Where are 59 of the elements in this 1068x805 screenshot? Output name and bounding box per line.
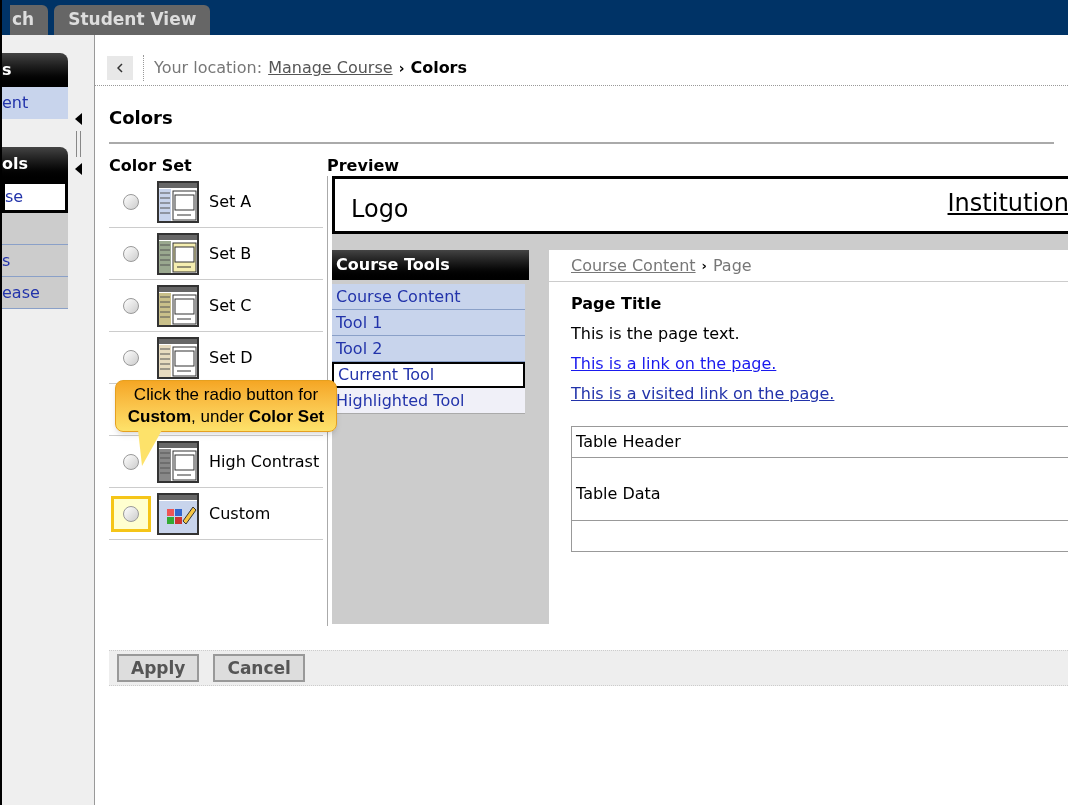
sidebar-item[interactable]: s bbox=[2, 245, 68, 277]
sidebar-panel-title: ols bbox=[2, 147, 68, 181]
page-layout-icon bbox=[157, 440, 199, 483]
menu-item[interactable]: Course Content bbox=[332, 284, 525, 310]
radio-button[interactable] bbox=[123, 505, 139, 522]
radio-button[interactable] bbox=[123, 453, 139, 470]
resize-handle[interactable] bbox=[75, 131, 81, 157]
radio-button[interactable] bbox=[123, 349, 139, 366]
sidebar-item[interactable] bbox=[2, 213, 68, 245]
sidebar-item[interactable]: ent bbox=[2, 87, 68, 119]
page-layout-icon bbox=[157, 232, 199, 275]
table-cell: Table Data bbox=[572, 458, 1068, 521]
page-layout-icon bbox=[157, 284, 199, 327]
breadcrumb-link[interactable]: Manage Course bbox=[268, 56, 393, 80]
collapse-icon[interactable] bbox=[74, 113, 82, 125]
option-label: Set C bbox=[209, 294, 252, 317]
palette-pencil-icon bbox=[157, 492, 199, 535]
nav-tab[interactable]: Student View bbox=[54, 5, 211, 35]
option-label: High Contrast bbox=[209, 450, 320, 473]
nav-tab[interactable]: ch bbox=[10, 5, 49, 35]
location-label: Your location: bbox=[154, 57, 263, 79]
collapse-icon[interactable] bbox=[74, 163, 82, 175]
menu-item[interactable]: Tool 2 bbox=[332, 336, 525, 362]
breadcrumb-link[interactable]: Course Content bbox=[571, 253, 696, 278]
tooltip-pointer bbox=[138, 430, 162, 466]
option-label: Set B bbox=[209, 242, 252, 265]
breadcrumb-separator: › bbox=[701, 256, 707, 275]
menu-item[interactable]: Current Tool bbox=[332, 362, 525, 388]
sidebar-panel-title: s bbox=[2, 53, 68, 87]
option-label: Set A bbox=[209, 190, 252, 213]
menu-title: Course Tools bbox=[332, 250, 529, 280]
menu-item[interactable]: Tool 1 bbox=[332, 310, 525, 336]
sidebar-item[interactable]: ease bbox=[2, 277, 68, 309]
radio-button[interactable] bbox=[123, 193, 139, 210]
logo-text: Logo bbox=[351, 194, 409, 225]
institution-link[interactable]: Institution bbox=[947, 185, 1068, 221]
page-link[interactable]: This is a visited link on the page. bbox=[571, 382, 1068, 406]
back-button[interactable] bbox=[107, 56, 133, 80]
section-heading: Preview bbox=[327, 155, 400, 176]
breadcrumb-current: Page bbox=[712, 254, 752, 277]
form-button[interactable]: Apply bbox=[117, 654, 200, 682]
option-label: Set D bbox=[209, 346, 253, 369]
breadcrumb-separator: › bbox=[398, 58, 405, 78]
table-header: Table Header bbox=[572, 427, 1068, 458]
radio-button[interactable] bbox=[123, 245, 139, 262]
page-layout-icon bbox=[157, 180, 199, 223]
page-title: Colors bbox=[109, 106, 174, 130]
radio-button[interactable] bbox=[123, 297, 139, 314]
section-heading: Color Set bbox=[109, 155, 193, 176]
tooltip-text: Click the radio button for Custom, under Color Set bbox=[126, 384, 326, 428]
preview-page-title: Page Title bbox=[571, 293, 663, 315]
sidebar-item[interactable]: se bbox=[2, 181, 68, 213]
page-link[interactable]: This is a link on the page. bbox=[571, 352, 1068, 376]
option-label: Custom bbox=[209, 502, 271, 525]
chevron-left-icon bbox=[117, 63, 123, 73]
page-text: This is the page text. bbox=[571, 323, 741, 345]
breadcrumb-current: Colors bbox=[410, 57, 468, 79]
form-button[interactable]: Cancel bbox=[213, 654, 305, 682]
page-layout-icon bbox=[157, 336, 199, 379]
